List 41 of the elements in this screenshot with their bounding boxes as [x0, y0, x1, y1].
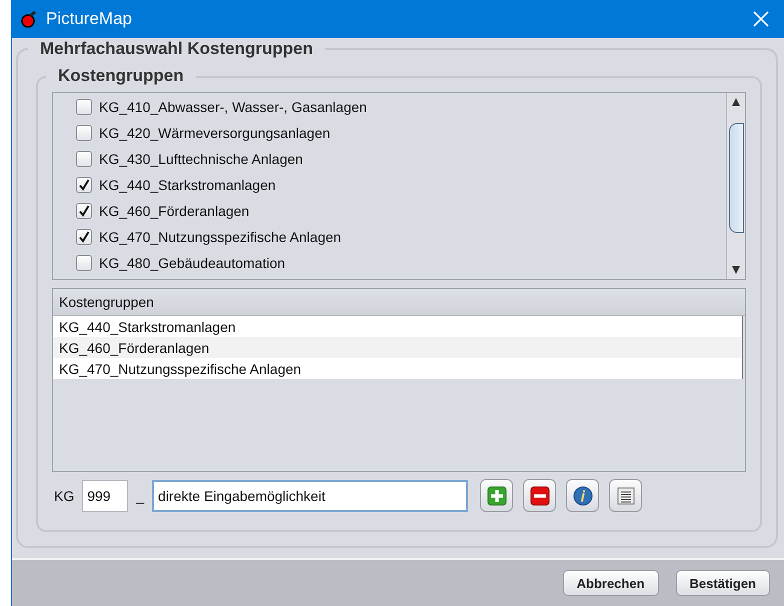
checkbox-label[interactable]: KG_430_Lufttechnische Anlagen: [99, 151, 303, 167]
checkbox[interactable]: [76, 99, 92, 115]
prefix-label: KG: [54, 488, 74, 504]
checkbox[interactable]: [76, 255, 92, 271]
checkbox-label[interactable]: KG_440_Starkstromanlagen: [99, 177, 276, 193]
add-button[interactable]: [480, 479, 514, 512]
checkbox[interactable]: [76, 203, 92, 219]
minus-icon: [530, 486, 550, 506]
text-field[interactable]: direkte Eingabemöglichkeit: [152, 480, 468, 512]
scroll-down-icon[interactable]: [731, 265, 741, 275]
scroll-up-icon[interactable]: [731, 97, 741, 107]
column-header[interactable]: Kostengruppen: [53, 289, 745, 316]
dialog-button[interactable]: Bestätigen: [676, 570, 770, 596]
separator-label: _: [136, 488, 144, 506]
dialog-button[interactable]: Abbrechen: [562, 570, 659, 596]
checkbox-label[interactable]: KG_460_Förderanlagen: [99, 203, 250, 219]
table-row[interactable]: KG_460_Förderanlagen: [53, 337, 743, 358]
checkbox-label[interactable]: KG_470_Nutzungsspezifische Anlagen: [99, 229, 342, 245]
number-field[interactable]: 999: [82, 480, 128, 512]
table-row[interactable]: KG_440_Starkstromanlagen: [53, 316, 743, 337]
plus-icon: [486, 486, 507, 506]
info-icon: [572, 486, 593, 506]
table-row[interactable]: KG_470_Nutzungsspezifische Anlagen: [53, 358, 743, 379]
list-icon: [616, 486, 635, 504]
checkbox[interactable]: [76, 177, 92, 193]
scroll-thumb[interactable]: [728, 123, 744, 233]
checkbox[interactable]: [76, 125, 92, 141]
group-title: Kostengruppen: [46, 66, 196, 86]
window-title: PictureMap: [46, 9, 133, 29]
remove-button[interactable]: [523, 479, 556, 512]
checkbox-label[interactable]: KG_420_Wärmeversorgungsanlagen: [99, 125, 330, 141]
info-button[interactable]: [566, 479, 600, 512]
checkbox[interactable]: [76, 229, 92, 245]
scrollbar[interactable]: [726, 93, 745, 279]
close-icon: [753, 11, 769, 27]
list-button[interactable]: [609, 479, 642, 512]
checkbox-label[interactable]: KG_410_Abwasser-, Wasser-, Gasanlagen: [99, 99, 367, 115]
group-title: Mehrfachauswahl Kostengruppen: [28, 39, 325, 59]
checkbox[interactable]: [76, 151, 92, 167]
checkbox-label[interactable]: KG_480_Gebäudeautomation: [99, 255, 286, 271]
app-icon: [20, 10, 38, 28]
